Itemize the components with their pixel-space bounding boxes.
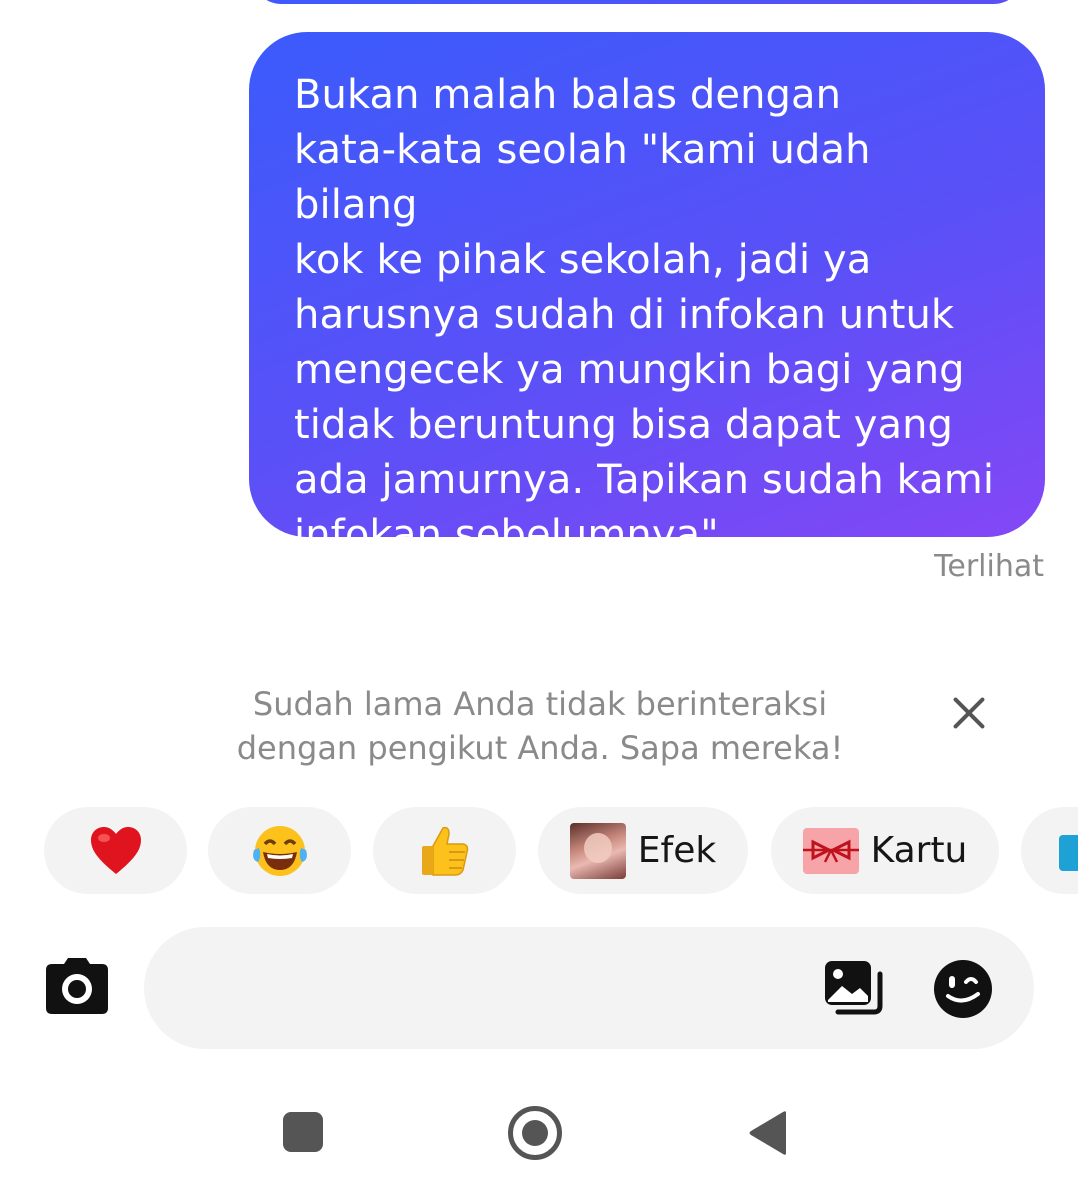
card-label: Kartu (870, 830, 968, 871)
heart-emoji-icon (90, 826, 141, 874)
sent-message-bubble[interactable]: Bukan malah balas dengan kata-kata seola… (249, 32, 1045, 558)
previous-message-bubble (250, 0, 1025, 4)
message-text: Bukan malah balas dengan kata-kata seola… (294, 72, 995, 558)
gallery-button[interactable] (822, 958, 884, 1020)
camera-button[interactable] (44, 956, 110, 1016)
card-thumbnail (802, 827, 859, 874)
back-triangle-icon (749, 1111, 786, 1155)
chat-screen: Bukan malah balas dengan kata-kata seola… (0, 0, 1078, 1200)
seen-status: Terlihat (934, 549, 1044, 584)
engagement-nudge-text: Sudah lama Anda tidak berinteraksi denga… (236, 685, 844, 767)
quick-reply-more[interactable] (1021, 807, 1078, 894)
camera-icon (46, 958, 108, 1014)
quick-reply-laughing[interactable] (208, 807, 351, 894)
thumbs-up-emoji-icon (421, 826, 468, 876)
quick-reply-heart[interactable] (44, 807, 187, 894)
sticker-button[interactable] (932, 958, 994, 1020)
ribbon-icon (802, 839, 859, 863)
message-composer[interactable] (144, 927, 1034, 1049)
home-icon[interactable] (508, 1106, 562, 1160)
effect-thumbnail (569, 822, 626, 879)
quick-reply-card[interactable]: Kartu (771, 807, 999, 894)
effect-label: Efek (637, 830, 717, 871)
close-icon[interactable] (946, 690, 992, 736)
recent-apps-icon[interactable] (283, 1112, 323, 1152)
gallery-icon (825, 961, 883, 1015)
message-input[interactable] (184, 957, 804, 1019)
quick-reply-thumbs-up[interactable] (373, 807, 516, 894)
quick-reply-effect[interactable]: Efek (538, 807, 748, 894)
laughing-tears-emoji-icon (252, 825, 307, 876)
sticker-icon (934, 960, 992, 1018)
more-thumbnail (1059, 835, 1078, 871)
back-icon[interactable] (748, 1110, 788, 1156)
